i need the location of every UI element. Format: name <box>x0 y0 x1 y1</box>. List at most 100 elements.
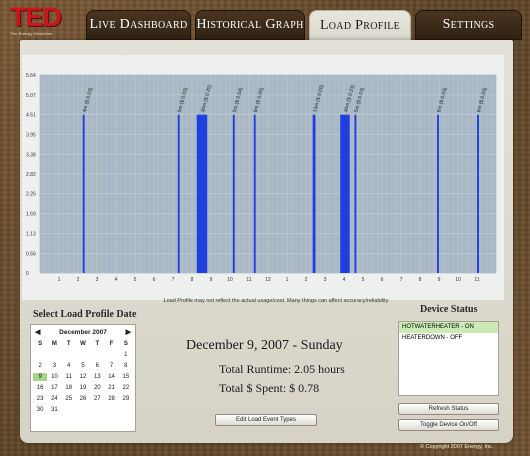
selected-date-heading: December 9, 2007 - Sunday <box>186 338 343 353</box>
calendar-day[interactable]: 28 <box>104 395 118 403</box>
calendar-day[interactable]: 15 <box>119 373 133 381</box>
x-tick-label: 9 <box>438 277 441 283</box>
x-tick-label: 3 <box>96 277 99 283</box>
calendar-day[interactable]: 10 <box>47 373 61 381</box>
calendar-day[interactable]: 24 <box>47 395 61 403</box>
calendar-header: ◀ December 2007 ▶ <box>31 325 135 338</box>
x-tick-label: 10 <box>455 277 461 283</box>
tab-historical-graph[interactable]: Historical Graph <box>195 10 305 40</box>
calendar-day[interactable]: 20 <box>90 384 104 392</box>
x-tick-label: 10 <box>227 277 233 283</box>
refresh-status-button[interactable]: Refresh Status <box>398 403 499 415</box>
tab-settings[interactable]: Settings <box>415 10 522 40</box>
prev-month-icon[interactable]: ◀ <box>35 328 40 336</box>
calendar-day[interactable]: 11 <box>62 373 76 381</box>
device-list[interactable]: HOTWATERHEATER - ON HEATERDOWN - OFF <box>398 321 499 396</box>
edit-load-event-types-button[interactable]: Edit Load Event Types <box>215 414 317 426</box>
usage-bar <box>232 114 235 273</box>
usage-bar <box>340 114 350 273</box>
y-tick-label: 1.13 <box>26 231 36 237</box>
date-section-title: Select Load Profile Date <box>33 309 137 320</box>
calendar-empty-cell <box>62 351 76 359</box>
x-tick-label: 4 <box>343 277 346 283</box>
logo-text: TED <box>10 2 62 32</box>
calendar-day[interactable]: 14 <box>104 373 118 381</box>
tab-live-dashboard[interactable]: Live Dashboard <box>86 10 191 40</box>
calendar-day[interactable]: 26 <box>76 395 90 403</box>
x-tick-label: 8 <box>419 277 422 283</box>
calendar-day[interactable]: 5 <box>76 362 90 370</box>
y-tick-label: 1.69 <box>26 212 36 218</box>
calendar-day[interactable]: 7 <box>104 362 118 370</box>
total-spent: Total $ Spent: $ 0.78 <box>219 381 320 395</box>
calendar-day[interactable]: 21 <box>104 384 118 392</box>
usage-bar <box>312 114 316 273</box>
calendar-day[interactable]: 19 <box>76 384 90 392</box>
x-tick-label: 6 <box>381 277 384 283</box>
calendar-day[interactable]: 25 <box>62 395 76 403</box>
calendar-day[interactable]: 18 <box>62 384 76 392</box>
x-tick-label: 3 <box>324 277 327 283</box>
y-tick-label: 5.64 <box>26 73 36 79</box>
logo-tagline: The Energy Detective <box>10 31 53 36</box>
y-tick-label: 5.07 <box>26 93 36 99</box>
calendar-day[interactable]: 8 <box>119 362 133 370</box>
calendar-empty-cell <box>62 406 76 414</box>
calendar-dow: F <box>109 341 114 347</box>
calendar-day[interactable]: 31 <box>47 406 61 414</box>
calendar-dow: S <box>38 341 43 347</box>
device-item-hotwaterheater[interactable]: HOTWATERHEATER - ON <box>399 322 498 333</box>
x-tick-label: 11 <box>246 277 251 283</box>
calendar-grid: S M T W T F S 1 2 3 4 5 6 7 8 9 10 11 12 13 14 15 16 17 18 19 20 21… <box>31 338 135 414</box>
x-tick-label: 1 <box>58 277 61 283</box>
x-tick-label: 9 <box>210 277 213 283</box>
calendar-dow: S <box>123 341 128 347</box>
tab-load-profile[interactable]: Load Profile <box>309 10 411 42</box>
calendar-day[interactable]: 1 <box>119 351 133 359</box>
y-tick-label: 3.38 <box>26 152 36 158</box>
calendar-day[interactable]: 3 <box>47 362 61 370</box>
usage-bar <box>437 114 439 273</box>
calendar-empty-cell <box>119 406 133 414</box>
x-tick-label: 2 <box>305 277 308 283</box>
calendar-day[interactable]: 13 <box>90 373 104 381</box>
usage-bar <box>196 114 208 273</box>
calendar-day[interactable]: 12 <box>76 373 90 381</box>
x-tick-label: 5 <box>134 277 137 283</box>
x-tick-label: 6 <box>153 277 156 283</box>
calendar-day[interactable]: 30 <box>33 406 47 414</box>
calendar-empty-cell <box>76 351 90 359</box>
calendar-day[interactable]: 27 <box>90 395 104 403</box>
calendar-day[interactable]: 2 <box>33 362 47 370</box>
device-item-heaterdown[interactable]: HEATERDOWN - OFF <box>399 333 498 344</box>
calendar: ◀ December 2007 ▶ S M T W T F S 1 2 3 4 5 6 7 8 9 10 11 12… <box>30 324 136 432</box>
calendar-day[interactable]: 4 <box>62 362 76 370</box>
x-tick-label: 4 <box>115 277 118 283</box>
usage-bar <box>177 114 180 273</box>
calendar-dow: T <box>95 341 100 347</box>
calendar-day[interactable]: 17 <box>47 384 61 392</box>
y-tick-label: 4.51 <box>26 113 36 119</box>
calendar-empty-cell <box>47 351 61 359</box>
calendar-day[interactable]: 22 <box>119 384 133 392</box>
y-tick-label: 2.26 <box>26 192 36 198</box>
next-month-icon[interactable]: ▶ <box>126 328 131 336</box>
calendar-empty-cell <box>90 351 104 359</box>
device-status-title: Device Status <box>420 304 478 315</box>
y-tick-label: 0.56 <box>26 251 36 257</box>
y-tick-label: 0 <box>26 271 29 277</box>
x-tick-label: 5 <box>362 277 365 283</box>
calendar-day[interactable]: 9 <box>33 373 48 381</box>
x-tick-label: 12 <box>265 277 271 283</box>
calendar-day[interactable]: 23 <box>33 395 47 403</box>
calendar-empty-cell <box>76 406 90 414</box>
calendar-day[interactable]: 6 <box>90 362 104 370</box>
calendar-empty-cell <box>33 351 47 359</box>
calendar-dow: T <box>66 341 71 347</box>
x-tick-label: 11 <box>474 277 479 283</box>
calendar-day[interactable]: 16 <box>33 384 47 392</box>
calendar-day[interactable]: 29 <box>119 395 133 403</box>
calendar-month-label: December 2007 <box>59 328 107 336</box>
usage-bar <box>253 114 256 273</box>
toggle-device-button[interactable]: Toggle Device On/Off <box>398 419 499 431</box>
